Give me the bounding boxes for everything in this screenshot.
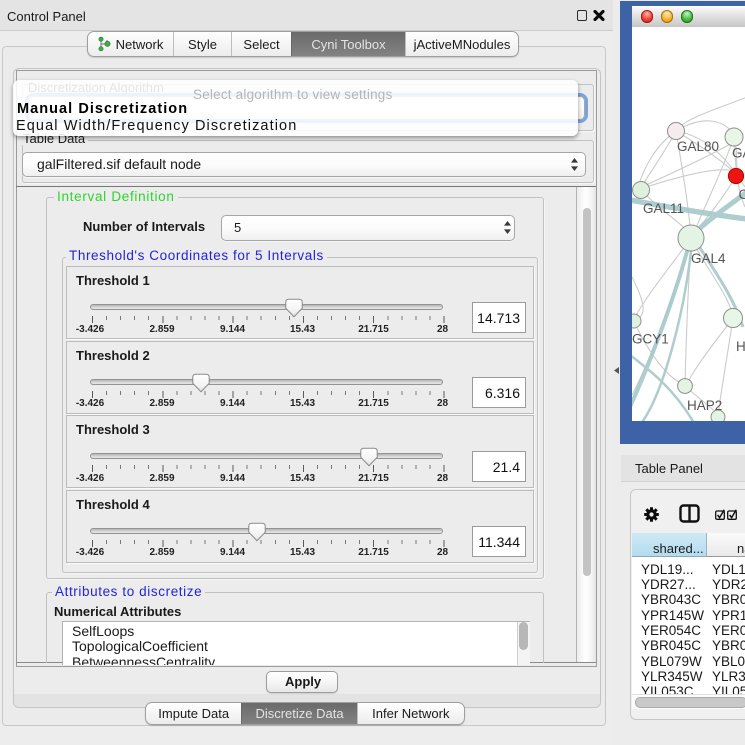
svg-text:GAL11: GAL11 <box>643 201 684 216</box>
svg-text:GAL4: GAL4 <box>691 251 726 266</box>
svg-text:HAP2: HAP2 <box>687 398 722 413</box>
svg-text:GAL80: GAL80 <box>677 139 719 154</box>
svg-text:H: H <box>736 339 745 354</box>
svg-text:C: C <box>739 187 745 202</box>
svg-text:GA: GA <box>732 146 745 161</box>
svg-text:GCY1: GCY1 <box>632 332 669 347</box>
